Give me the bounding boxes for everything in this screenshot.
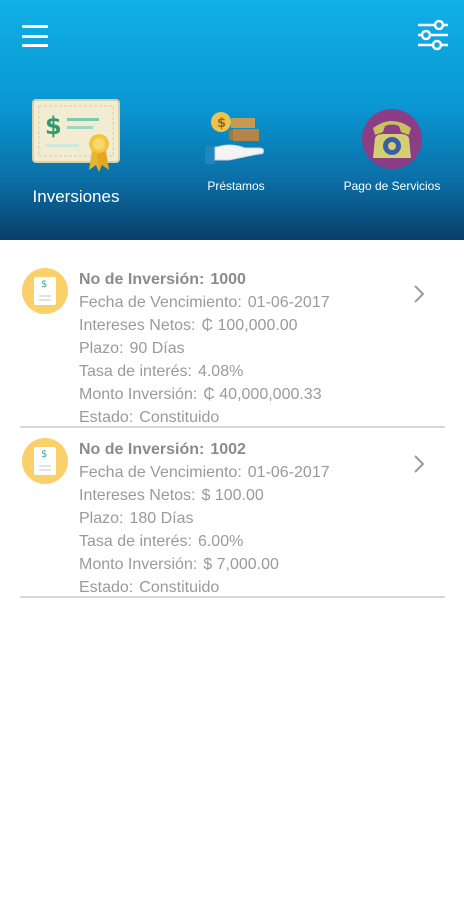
investment-card[interactable]: No de Inversión:1000 Fecha de Vencimient… [20,258,445,428]
loan-hand-icon: $ [205,112,264,164]
investment-number: No de Inversión: 1000 [79,271,246,288]
category-prestamos[interactable]: $ Préstamos [176,108,296,193]
investment-number: No de Inversión: 1002 [79,441,246,458]
investment-status: Estado: Constituido [79,409,220,426]
document-money-icon [22,438,68,484]
interest-rate: Tasa de interés: 4.08% [79,363,244,380]
term: Plazo: 90 Días [79,340,185,357]
document-money-icon [22,268,68,314]
hamburger-menu-icon[interactable] [22,22,52,50]
investment-card[interactable]: No de Inversión:1002 Fecha de Vencimient… [20,428,445,598]
investment-list: No de Inversión:1000 Fecha de Vencimient… [20,258,445,598]
category-inversiones[interactable]: $ Inversiones [12,96,140,207]
maturity-date: Fecha de Vencimiento: 01-06-2017 [79,464,330,481]
net-interest: Intereses Netos: ₵ 100,000.00 [79,317,298,334]
settings-sliders-icon[interactable] [416,18,450,52]
category-label-prestamos: Préstamos [207,179,265,193]
category-pago-servicios[interactable]: Pago de Servicios [330,108,454,193]
category-label-inversiones: Inversiones [32,187,120,206]
certificate-icon: $ [32,99,120,172]
term: Plazo: 180 Días [79,510,194,527]
svg-text:$: $ [45,112,62,140]
telephone-icon [362,109,422,169]
investment-amount: Monto Inversión: ₵ 40,000,000.33 [79,386,322,403]
investment-amount: Monto Inversión: $ 7,000.00 [79,556,279,573]
chevron-right-icon[interactable] [411,282,427,306]
chevron-right-icon[interactable] [411,452,427,476]
interest-rate: Tasa de interés: 6.00% [79,533,244,550]
net-interest: Intereses Netos: $ 100.00 [79,487,264,504]
maturity-date: Fecha de Vencimiento: 01-06-2017 [79,294,330,311]
app-header: $ Inversiones $ Préstamos Pago de Servic… [0,0,464,240]
investment-status: Estado: Constituido [79,579,220,596]
category-label-pago-servicios: Pago de Servicios [343,179,441,193]
svg-text:$: $ [217,116,226,131]
